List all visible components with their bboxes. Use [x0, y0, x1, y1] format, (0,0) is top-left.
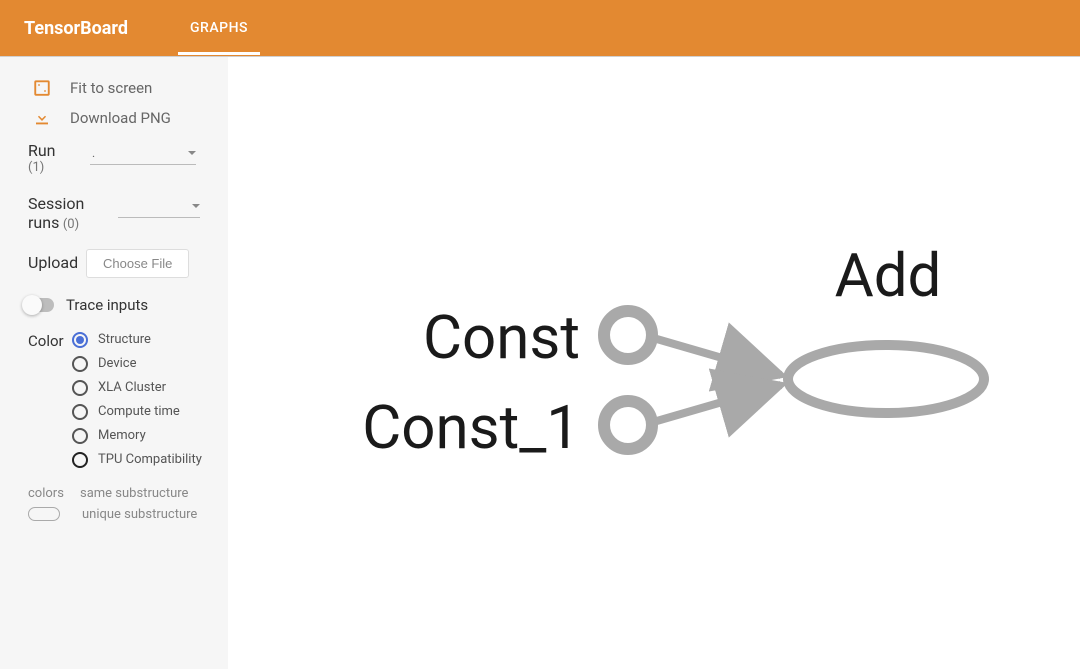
node-add[interactable]: [788, 345, 984, 413]
upload-label: Upload: [28, 253, 82, 272]
run-row: Run (1) .: [28, 141, 208, 176]
session-runs-count: (0): [63, 217, 79, 232]
choose-file-button[interactable]: Choose File: [86, 249, 189, 278]
tab-graphs[interactable]: GRAPHS: [178, 1, 260, 55]
node-label-const-1: Const_1: [362, 392, 580, 463]
legend-unique-label: unique substructure: [82, 507, 197, 522]
radio-icon: [72, 428, 88, 444]
download-png-label: Download PNG: [70, 109, 171, 127]
fit-screen-icon: [28, 79, 56, 97]
app-logo: TensorBoard: [24, 18, 128, 39]
legend-swatch-icon: [28, 507, 60, 521]
download-png-button[interactable]: Download PNG: [28, 109, 208, 127]
fit-to-screen-label: Fit to screen: [70, 79, 152, 97]
trace-inputs-row: Trace inputs: [24, 296, 208, 314]
node-const-1[interactable]: [604, 401, 652, 449]
color-option-xla-cluster[interactable]: XLA Cluster: [72, 380, 208, 396]
color-option-compute-time[interactable]: Compute time: [72, 404, 208, 420]
sidebar: Fit to screen Download PNG Run (1) . Ses: [0, 57, 228, 669]
radio-icon: [72, 356, 88, 372]
color-option-label: TPU Compatibility: [98, 452, 202, 467]
legend-row-unique: unique substructure: [28, 507, 208, 522]
session-runs-row: Session runs (0): [28, 194, 208, 233]
color-radio-group: Structure Device XLA Cluster Compute tim…: [72, 332, 208, 476]
radio-icon: [72, 404, 88, 420]
node-label-const: Const: [423, 302, 580, 373]
app-body: Fit to screen Download PNG Run (1) . Ses: [0, 57, 1080, 669]
color-label: Color: [28, 332, 72, 350]
legend-header: colors: [28, 486, 80, 501]
color-option-label: Structure: [98, 332, 151, 347]
run-count: (1): [28, 160, 88, 176]
radio-icon: [72, 452, 88, 468]
download-icon: [28, 109, 56, 127]
graph-panel[interactable]: Const Const_1 Add: [228, 57, 1080, 669]
legend-row-same: colors same substructure: [28, 486, 208, 501]
color-option-label: Memory: [98, 428, 146, 443]
computation-graph[interactable]: [228, 57, 1080, 669]
edge-const1-add[interactable]: [643, 385, 781, 425]
node-label-add: Add: [818, 240, 958, 311]
color-option-label: Device: [98, 356, 137, 371]
fit-to-screen-button[interactable]: Fit to screen: [28, 79, 208, 97]
color-option-label: Compute time: [98, 404, 180, 419]
color-option-label: XLA Cluster: [98, 380, 166, 395]
radio-icon: [72, 380, 88, 396]
trace-inputs-toggle[interactable]: [24, 298, 54, 312]
color-section: Color Structure Device XLA Cluster Compu…: [28, 332, 208, 476]
radio-icon: [72, 332, 88, 348]
session-runs-select[interactable]: [118, 198, 200, 218]
legend-same-label: same substructure: [80, 486, 188, 501]
edge-const-add[interactable]: [643, 335, 781, 375]
upload-row: Upload Choose File: [28, 249, 208, 278]
run-select[interactable]: .: [90, 145, 196, 165]
run-label: Run: [28, 141, 88, 160]
color-option-device[interactable]: Device: [72, 356, 208, 372]
run-select-value: .: [90, 146, 95, 160]
trace-inputs-label: Trace inputs: [66, 296, 148, 314]
color-option-structure[interactable]: Structure: [72, 332, 208, 348]
color-option-memory[interactable]: Memory: [72, 428, 208, 444]
app-header: TensorBoard GRAPHS: [0, 0, 1080, 57]
color-option-tpu-compatibility[interactable]: TPU Compatibility: [72, 452, 208, 468]
node-const[interactable]: [604, 311, 652, 359]
